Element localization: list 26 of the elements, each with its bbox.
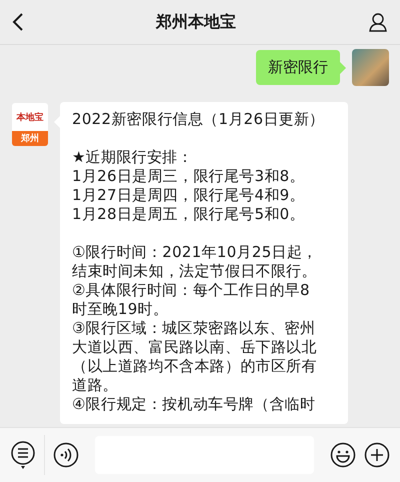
- photo-placeholder: [352, 49, 389, 86]
- add-icon[interactable]: [364, 442, 390, 468]
- message-text-line: ③限行区域：城区荥密路以东、密州: [72, 319, 316, 338]
- message-text-line: ④限行规定：按机动车号牌（含临时: [72, 395, 316, 414]
- chat-title: 郑州本地宝: [156, 12, 236, 32]
- logo-name: 本地宝: [12, 103, 48, 131]
- logo-city: 郑州: [12, 131, 48, 146]
- message-text-line: ②具体限行时间：每个工作日的早8: [72, 281, 311, 300]
- message-text-line: 1月26日是周三，限行尾号3和8。: [72, 167, 306, 186]
- message-text-line: 2022新密限行信息（1月26日更新）: [72, 110, 326, 129]
- message-text-line: 时至晚19时。: [72, 300, 170, 319]
- message-text-line: ★近期限行安排：: [72, 148, 194, 167]
- menu-icon[interactable]: [10, 440, 36, 470]
- message-text-line: 道路。: [72, 376, 119, 395]
- message-text-line: 结束时间未知，法定节假日不限行。: [72, 262, 318, 281]
- sent-message-bubble: 新密限行: [256, 50, 340, 85]
- message-text-line: （以上道路均不含本路）的市区所有: [72, 357, 318, 376]
- voice-icon[interactable]: [53, 442, 79, 468]
- message-text-line: 1月28日是周五，限行尾号5和0。: [72, 205, 306, 224]
- back-icon[interactable]: [12, 12, 24, 32]
- bubble-tail: [340, 62, 346, 74]
- message-text-line: ①限行时间：2021年10月25日起，: [72, 243, 318, 262]
- message-text-line: 大道以西、富民路以南、岳下路以北: [72, 338, 318, 357]
- message-text-line: 1月27日是周四，限行尾号4和9。: [72, 186, 306, 205]
- emoji-icon[interactable]: [330, 442, 356, 468]
- profile-icon[interactable]: [368, 12, 388, 32]
